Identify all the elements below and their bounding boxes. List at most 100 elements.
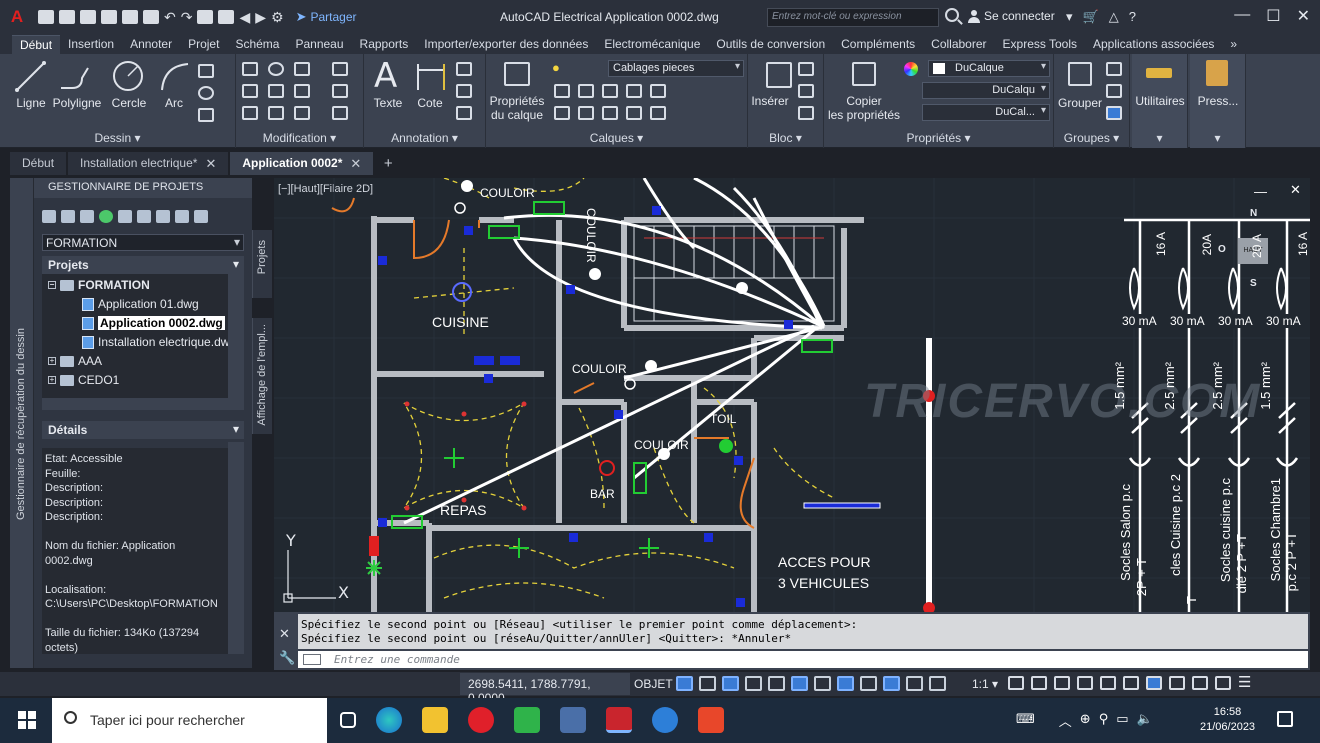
texte-button[interactable]: Texte	[368, 96, 408, 110]
inserer-button[interactable]: Insérer	[748, 94, 792, 108]
layer-tool-icon[interactable]	[650, 106, 666, 120]
annotation-scale[interactable]: 1:1 ▾	[972, 677, 998, 691]
clean-screen-icon[interactable]	[1169, 676, 1185, 690]
annotation-visibility-icon[interactable]	[929, 676, 946, 691]
edit-block-icon[interactable]	[798, 84, 814, 98]
selection-cycling-icon[interactable]	[906, 676, 923, 691]
tree-item-install[interactable]: Installation electrique.dwg	[82, 335, 228, 349]
new-tab-button[interactable]: +	[375, 152, 401, 175]
lineweight-combo[interactable]: DuCal...	[922, 104, 1050, 121]
collapse-icon[interactable]: −	[48, 281, 56, 289]
isodraft-icon[interactable]	[791, 676, 808, 691]
edge-icon[interactable]	[376, 707, 402, 733]
tree-item-app01[interactable]: Application 01.dwg	[82, 297, 199, 311]
vtab-affichage[interactable]: Affichage de l'empl...	[252, 318, 272, 434]
panel-title-annotation[interactable]: Annotation ▾	[364, 131, 485, 145]
copier-proprietes-button[interactable]: Copier les propriétés	[826, 94, 902, 122]
network-icon[interactable]: ⊕	[1080, 711, 1091, 730]
keyboard-icon[interactable]: ⌨	[1016, 711, 1035, 730]
cart-icon[interactable]: 🛒	[1083, 9, 1099, 25]
camtasia-icon[interactable]	[514, 707, 540, 733]
layer-tool-icon[interactable]	[602, 106, 618, 120]
tree-hscrollbar[interactable]	[42, 398, 244, 410]
plot-project-icon[interactable]	[175, 210, 189, 223]
layer-tool-icon[interactable]	[554, 84, 570, 98]
windows-start-icon[interactable]	[18, 711, 36, 729]
arc-button[interactable]: Arc	[156, 96, 192, 110]
units-icon[interactable]	[1054, 676, 1070, 690]
cercle-button[interactable]: Cercle	[106, 96, 152, 110]
offset-icon[interactable]	[332, 106, 348, 120]
press-expand-icon[interactable]: ▾	[1190, 131, 1245, 145]
project-select[interactable]: FORMATION	[42, 234, 244, 251]
grouper-button[interactable]: Grouper	[1056, 96, 1104, 110]
panel-title-bloc[interactable]: Bloc ▾	[748, 131, 823, 145]
compass-south[interactable]: S	[1250, 278, 1257, 289]
layer-tool-icon[interactable]	[602, 84, 618, 98]
menu-icon[interactable]: ☰	[1238, 675, 1251, 690]
workspace-icon[interactable]	[1008, 676, 1024, 690]
project-tasks-icon[interactable]	[118, 210, 132, 223]
tab-debut-doc[interactable]: Début	[10, 152, 67, 175]
rectangle-icon[interactable]	[198, 64, 214, 78]
leader-icon[interactable]	[456, 62, 472, 76]
tab-insertion[interactable]: Insertion	[60, 35, 122, 54]
tab-import-export[interactable]: Importer/exporter des données	[416, 35, 596, 54]
open-project-icon[interactable]	[42, 210, 56, 223]
tab-installation[interactable]: Installation electrique* ✕	[68, 152, 229, 175]
share-button[interactable]: ➤ Partager	[296, 9, 357, 25]
command-prompt-icon[interactable]	[303, 654, 321, 665]
drawing-list-icon[interactable]	[156, 210, 170, 223]
coordinates-display[interactable]: 2698.5411, 1788.7791, 0.0000	[460, 673, 630, 705]
new-project-icon[interactable]	[61, 210, 75, 223]
plot-icon[interactable]	[143, 10, 159, 24]
chevron-up-icon[interactable]: ︿	[1059, 711, 1072, 730]
copy-icon[interactable]	[242, 84, 258, 98]
chevron-down-icon[interactable]: ▾	[1066, 9, 1073, 25]
tree-item-app0002[interactable]: Application 0002.dwg	[82, 316, 225, 330]
panel-presse-papiers[interactable]: Press... ▾	[1190, 54, 1246, 148]
layer-tool-icon[interactable]	[554, 106, 570, 120]
polar-icon[interactable]	[768, 676, 785, 691]
object-snap-icon[interactable]	[837, 676, 854, 691]
plus-icon[interactable]	[1031, 676, 1047, 690]
panel-title-modification[interactable]: Modification ▾	[236, 131, 363, 145]
battery-icon[interactable]: ▭	[1116, 711, 1128, 730]
rotate-icon[interactable]	[268, 62, 284, 76]
tree-item-cedo[interactable]: + CEDO1	[48, 373, 119, 387]
move-icon[interactable]	[242, 62, 258, 76]
polyligne-button[interactable]: Polyligne	[50, 96, 104, 110]
tree-scrollbar[interactable]	[228, 274, 244, 398]
tab-outils-conversion[interactable]: Outils de conversion	[708, 35, 833, 54]
layer-combo[interactable]: Cablages pieces	[608, 60, 744, 77]
minimize-icon[interactable]: —	[1234, 6, 1250, 26]
hatch-icon[interactable]	[198, 108, 214, 122]
layer-tool-icon[interactable]	[578, 106, 594, 120]
expand-icon[interactable]: +	[48, 357, 56, 365]
tab-collaborer[interactable]: Collaborer	[923, 35, 994, 54]
opera-icon[interactable]	[468, 707, 494, 733]
ungroup-icon[interactable]	[1106, 62, 1122, 76]
mirror-icon[interactable]	[268, 84, 284, 98]
layer-properties-button[interactable]: Propriétés du calque	[486, 94, 548, 122]
back-icon[interactable]: ◀	[239, 10, 250, 24]
calculator-icon[interactable]	[560, 707, 586, 733]
volume-icon[interactable]: 🔈	[1137, 711, 1153, 730]
layer-tool-icon[interactable]	[578, 84, 594, 98]
location-icon[interactable]: ⚲	[1099, 711, 1109, 730]
tab-electromecanique[interactable]: Electromécanique	[596, 35, 708, 54]
layer-tool-icon[interactable]	[626, 84, 642, 98]
lineweight-icon[interactable]	[860, 676, 877, 691]
color-combo[interactable]: DuCalque	[928, 60, 1050, 77]
help-app-icon[interactable]	[652, 707, 678, 733]
tab-panneau[interactable]: Panneau	[287, 35, 351, 54]
folder-icon[interactable]	[218, 10, 235, 24]
tab-express-tools[interactable]: Express Tools	[995, 35, 1085, 54]
tab-application-0002[interactable]: Application 0002* ✕	[230, 152, 374, 175]
search-input[interactable]: Entrez mot-clé ou expression	[767, 8, 939, 27]
tab-rapports[interactable]: Rapports	[352, 35, 417, 54]
panel-title-groupes[interactable]: Groupes ▾	[1054, 131, 1129, 145]
tab-complements[interactable]: Compléments	[833, 35, 923, 54]
tab-projet[interactable]: Projet	[180, 35, 227, 54]
color-wheel-icon[interactable]	[904, 62, 918, 76]
